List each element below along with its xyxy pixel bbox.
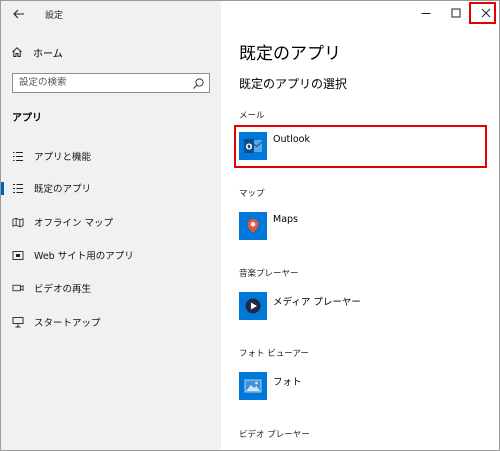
category-label-photo-viewer: フォト ビューアー [239, 349, 309, 359]
media-player-icon [239, 292, 267, 320]
category-label-mail: メール [239, 111, 265, 121]
close-highlight-box [469, 2, 496, 24]
sidebar-item-label: ビデオの再生 [34, 284, 92, 295]
map-icon [12, 216, 24, 228]
minimize-icon [421, 13, 431, 14]
section-title: アプリ [12, 113, 42, 124]
minimize-button[interactable] [411, 1, 441, 25]
settings-window: 設定 ホーム アプリ アプリと機能 既定のアプリ [0, 0, 500, 451]
default-apps-icon [12, 182, 24, 194]
home-icon [12, 47, 22, 57]
maximize-button[interactable] [441, 1, 471, 25]
sidebar-item-web-apps[interactable]: Web サイト用のアプリ [1, 242, 221, 268]
section-subtitle: 既定のアプリの選択 [239, 77, 348, 91]
sidebar-item-home[interactable]: ホーム [11, 43, 63, 61]
sidebar-item-label: 既定のアプリ [34, 184, 92, 195]
sidebar-item-default-apps[interactable]: 既定のアプリ [1, 175, 221, 201]
app-title: 設定 [45, 11, 64, 21]
search-input[interactable] [19, 77, 189, 88]
sidebar-item-label: Web サイト用のアプリ [34, 251, 134, 262]
category-label-maps: マップ [239, 189, 265, 199]
search-icon[interactable] [192, 77, 205, 90]
app-name: Maps [273, 214, 298, 225]
sidebar-item-label: スタートアップ [34, 318, 101, 329]
list-icon [12, 150, 24, 162]
home-label: ホーム [33, 48, 63, 60]
startup-icon [12, 316, 24, 328]
back-arrow-icon [13, 9, 24, 19]
outlook-highlight-box [234, 125, 487, 168]
sidebar-item-video-playback[interactable]: ビデオの再生 [1, 275, 221, 301]
main-content: 既定のアプリ 既定のアプリの選択 メール O Outlook マップ Maps … [221, 1, 499, 450]
sidebar: 設定 ホーム アプリ アプリと機能 既定のアプリ [1, 1, 221, 450]
default-music-app-button[interactable]: メディア プレーヤー [239, 292, 489, 326]
photos-icon [239, 372, 267, 400]
page-title: 既定のアプリ [239, 44, 341, 64]
web-app-icon [12, 249, 24, 261]
sidebar-item-label: オフライン マップ [34, 218, 114, 229]
category-label-video-player: ビデオ プレーヤー [239, 430, 310, 440]
search-box[interactable] [12, 73, 210, 93]
sidebar-item-apps-features[interactable]: アプリと機能 [1, 143, 221, 169]
app-name: メディア プレーヤー [273, 297, 361, 308]
default-photo-app-button[interactable]: フォト [239, 372, 489, 406]
maximize-icon [451, 8, 461, 18]
sidebar-item-startup[interactable]: スタートアップ [1, 309, 221, 335]
app-name: フォト [273, 377, 302, 388]
default-maps-app-button[interactable]: Maps [239, 212, 489, 246]
back-button[interactable] [9, 5, 29, 23]
category-label-music-player: 音楽プレーヤー [239, 269, 299, 279]
title-bar: 設定 [1, 1, 221, 29]
sidebar-item-offline-maps[interactable]: オフライン マップ [1, 209, 221, 235]
video-icon [12, 282, 24, 294]
sidebar-item-label: アプリと機能 [34, 152, 92, 163]
maps-icon [239, 212, 267, 240]
